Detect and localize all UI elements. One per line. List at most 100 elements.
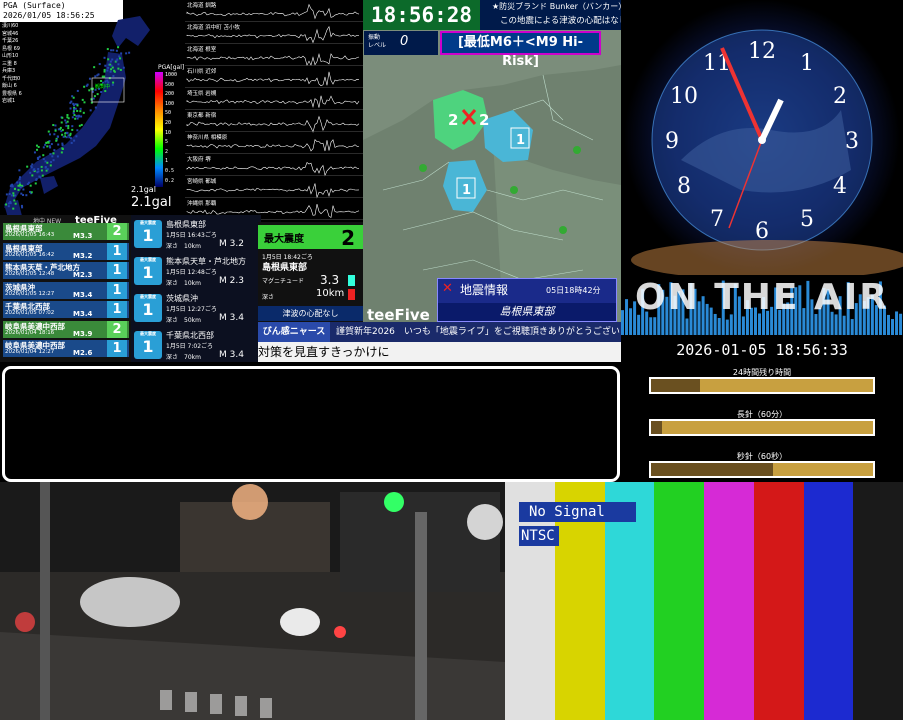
detail-item[interactable]: 最大震度 1 熊本県天草・芦北地方 1月5日 12:48ごろ 深さ 10km M 2.3 [131, 252, 261, 289]
detail-intensity-box: 最大震度 1 [134, 331, 162, 359]
detail-intensity-box: 最大震度 1 [134, 294, 162, 322]
on-air-datetime: 2026-01-05 18:56:33 [676, 341, 848, 359]
pga-scale-tick: 0.2 [165, 177, 175, 184]
list-item-date: 2026/01/04 18:16 [5, 329, 55, 336]
detail-mag: M 2.3 [219, 276, 244, 286]
pga-gal-value: 2.1gal [131, 195, 172, 210]
list-item-intensity: 1 [107, 262, 127, 279]
news-ticker: びん感ニャース 謹賀新年2026 いつも「地震ライブ」をご視聴頂きありがとうござ… [258, 322, 642, 362]
list-item[interactable]: 岐阜県美濃中西部 2026/01/04 12:27 M2.6 1 [3, 340, 129, 357]
detail-depth: 深さ 10km [166, 280, 201, 287]
detail-depth: 深さ 10km [166, 243, 201, 250]
detail-date: 1月5日 12:48ごろ [166, 269, 217, 276]
analog-clock-panel: 12 1 2 3 4 5 6 7 8 9 10 11 [621, 0, 903, 275]
list-item-date: 2026/01/05 16:42 [5, 251, 55, 258]
waveform-station-label: 北海道 浜中町 苫小牧 [187, 25, 240, 31]
waveform-trace [186, 53, 360, 67]
list-item-mag: M3.3 [73, 232, 93, 240]
color-bars-panel: No Signal NTSC [505, 482, 903, 720]
color-bar [803, 482, 855, 720]
pga-scale-tick: 500 [165, 81, 175, 88]
level-label-line1: 振動 [368, 34, 381, 41]
detail-item[interactable]: 最大震度 1 茨城県沖 1月5日 12:27ごろ 深さ 50km M 3.4 [131, 289, 261, 326]
max-intensity-value: 2 [341, 226, 355, 250]
waveform-station-label: 北海道 根室 [187, 47, 217, 53]
detail-mag: M 3.2 [219, 239, 244, 249]
list-item-date: 2026/01/04 12:27 [5, 349, 55, 355]
info-icon: ✕ [442, 281, 453, 296]
map-marker-right: 2 [479, 111, 489, 129]
live-camera-feed [0, 482, 505, 720]
pga-gal-caption: 2.1gal [131, 185, 156, 194]
pga-scale-tick: 100 [165, 100, 175, 107]
detail-name: 島根県東部 [166, 220, 206, 229]
detail-item[interactable]: 最大震度 1 島根県東部 1月5日 16:43ごろ 深さ 10km M 3.2 [131, 215, 261, 252]
clock-number: 7 [710, 207, 724, 232]
list-item-mag: M2.6 [73, 349, 93, 357]
list-item-date: 2026/01/05 07:02 [5, 310, 55, 316]
waveform-station-label: 埼玉県 岩槻 [187, 91, 217, 97]
progress-bar [649, 461, 875, 478]
detail-depth: 深さ 50km [166, 317, 201, 324]
bunker-banner: ★防災ブランド Bunker（バンカー） この地震による津波の心配はなし [480, 0, 627, 30]
list-item[interactable]: 島根県東部 2026/01/05 16:42 M3.2 1 [3, 242, 129, 260]
color-bar [853, 482, 903, 720]
list-item[interactable]: 茨城県沖 2026/01/05 12:27 M3.4 1 [3, 281, 129, 299]
clock-number: 4 [833, 174, 847, 199]
main-clock: 18:56:28 [363, 0, 480, 30]
info-time: 05日18時42分 [546, 286, 601, 295]
shake-level: 振動 レベル 0 [364, 31, 438, 55]
pga-scale-tick: 0.5 [165, 167, 175, 174]
pga-scale-tick: 20 [165, 119, 172, 126]
detail-intensity-box: 最大震度 1 [134, 220, 162, 248]
tsunami-note: 津波の心配なし [258, 306, 363, 321]
map-marker-left: 2 [448, 111, 458, 129]
list-item[interactable]: 島根県東部 2026/01/05 16:43 M3.3 2 [3, 223, 129, 240]
list-item-intensity: 2 [107, 320, 127, 338]
earthquake-detail-list: 最大震度 1 島根県東部 1月5日 16:43ごろ 深さ 10km M 3.2 最大震度 1 熊… [131, 215, 261, 362]
bunker-title: ★防災ブランド Bunker（バンカー） [492, 2, 627, 11]
list-item-mag: M2.3 [73, 271, 93, 279]
pga-scale-tick: 200 [165, 91, 175, 98]
detail-mag: M 3.4 [219, 350, 244, 360]
list-item-intensity: 1 [107, 301, 127, 318]
detail-item[interactable]: 最大震度 1 千葉県北西部 1月5日 7:02ごろ 深さ 70km M 3.4 [131, 326, 261, 362]
ticker-top: びん感ニャース 謹賀新年2026 いつも「地震ライブ」をご視聴頂きありがとうござ… [258, 322, 642, 342]
detail-name: 熊本県天草・芦北地方 [166, 257, 246, 266]
pga-marker: 観測中 [95, 83, 110, 90]
waveform-panel: 北海道 釧路 北海道 浜中町 苫小牧 北海道 根室 石川県 近郊 埼玉県 岩槻 東京都 新… [185, 0, 363, 222]
level-label-line2: レベル [368, 42, 387, 49]
waveform-trace [186, 139, 360, 152]
waveform-station-label: 神奈川県 相模原 [187, 135, 228, 141]
detail-name: 茨城県沖 [166, 294, 198, 303]
clock-number: 8 [677, 174, 691, 199]
list-item[interactable]: 岐阜県美濃中西部 2026/01/04 18:16 M3.9 2 [3, 320, 129, 338]
detail-name: 千葉県北西部 [166, 331, 214, 340]
detail-intensity-value: 1 [142, 337, 154, 356]
clock-number: 10 [670, 84, 698, 109]
detail-date: 1月5日 7:02ごろ [166, 343, 214, 350]
list-item-intensity: 1 [107, 242, 127, 260]
max-name: 島根県東部 [262, 263, 308, 273]
list-item-intensity: 2 [107, 223, 127, 240]
ticker-bottom: 対策を見直すきっかけに [258, 342, 621, 362]
waveform-station-label: 北海道 釧路 [187, 3, 217, 9]
street-camera-image [0, 482, 505, 720]
detail-intensity-box: 最大震度 1 [134, 257, 162, 285]
color-bar [704, 482, 755, 720]
pga-scale-tick: 1000 [165, 72, 178, 78]
waveform-trace [186, 95, 360, 109]
list-item-intensity: 1 [107, 281, 127, 299]
max-intensity-label: 最大震度 [264, 234, 304, 245]
list-item[interactable]: 熊本県天草・芦北地方 2026/01/05 12:48 M2.3 1 [3, 262, 129, 279]
clock-number: 12 [748, 39, 776, 64]
progress-fill [651, 463, 774, 476]
max-depth-label: 深さ [262, 294, 275, 301]
list-item[interactable]: 千葉県北西部 2026/01/05 07:02 M3.4 1 [3, 301, 129, 318]
waveform-trace [186, 183, 360, 199]
clock-number: 9 [665, 129, 679, 154]
progress-bar [649, 377, 875, 394]
pga-scale-tick: 2 [165, 148, 169, 155]
waveform-station-label: 沖縄県 那覇 [187, 201, 217, 207]
svg-text:1: 1 [462, 183, 471, 198]
